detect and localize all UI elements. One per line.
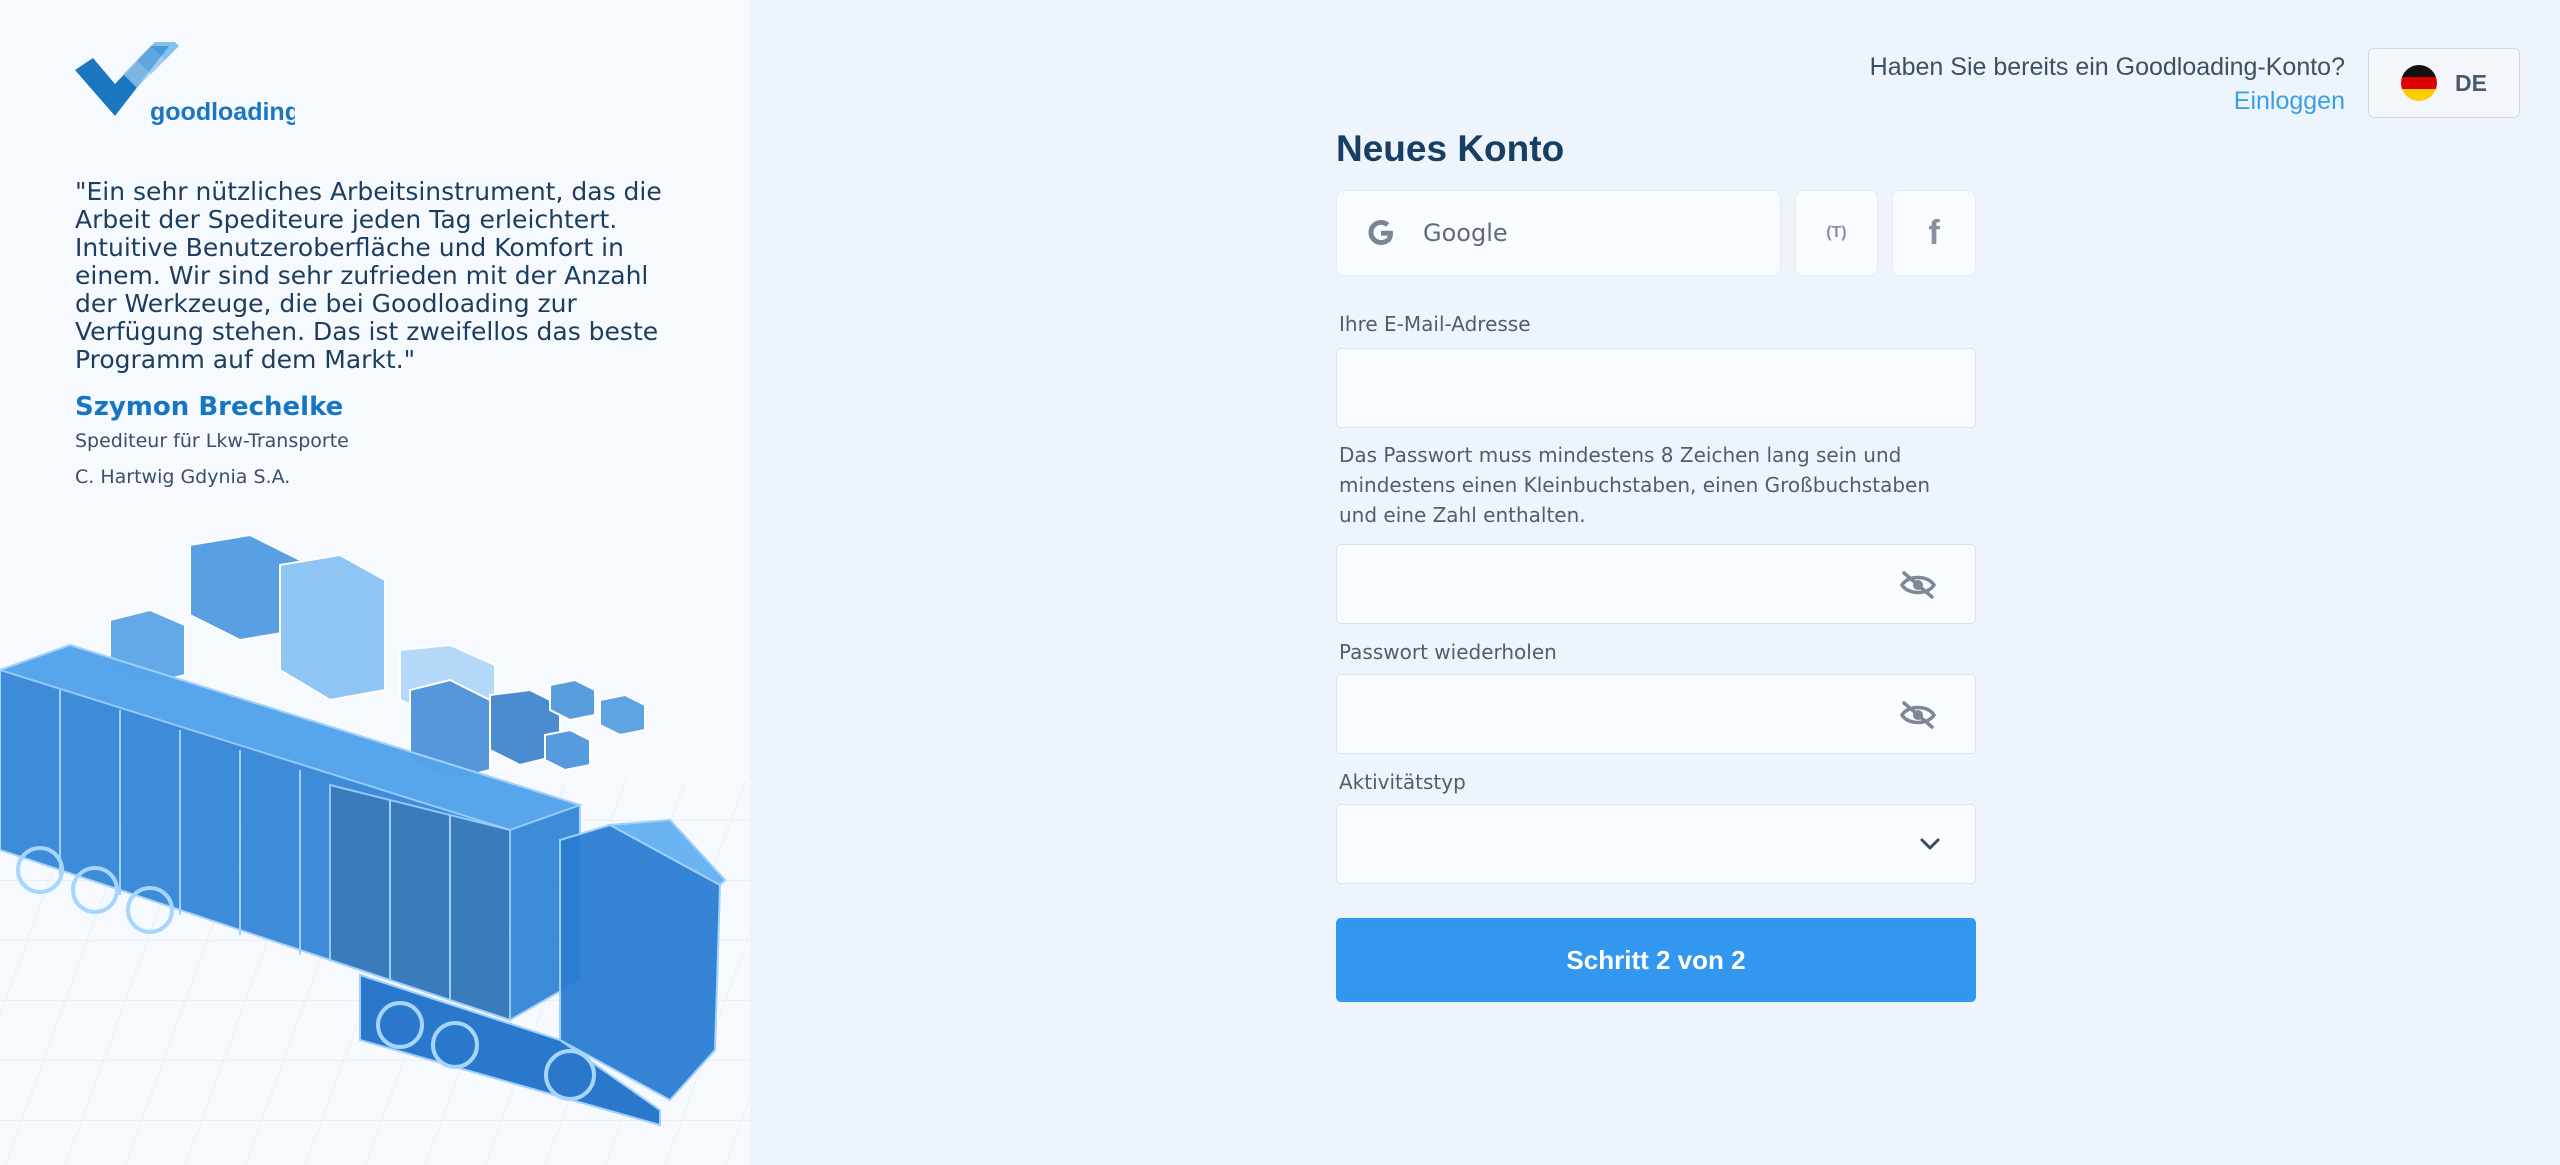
language-code: DE	[2455, 69, 2487, 96]
activity-type-label: Aktivitätstyp	[1339, 770, 1466, 794]
email-label: Ihre E-Mail-Adresse	[1339, 312, 1531, 336]
email-field[interactable]	[1336, 348, 1976, 428]
password-hint: Das Passwort muss mindestens 8 Zeichen l…	[1339, 443, 1930, 527]
login-prompt: Haben Sie bereits ein Goodloading-Konto?…	[1870, 52, 2345, 116]
chevron-down-icon	[1920, 838, 1940, 850]
testimonial-role: Spediteur für Lkw-Transporte	[75, 430, 349, 452]
facebook-icon: f	[1928, 213, 1940, 252]
eye-off-icon[interactable]	[1899, 570, 1937, 600]
repeat-password-input[interactable]	[1337, 675, 1975, 753]
germany-flag-icon	[2401, 65, 2438, 101]
testimonial-author: Szymon Brechelke	[75, 392, 344, 422]
password-input[interactable]	[1337, 545, 1975, 623]
password-field[interactable]	[1336, 544, 1976, 624]
login-link[interactable]: Einloggen	[1870, 86, 2345, 116]
repeat-password-field[interactable]	[1336, 674, 1976, 754]
goodloading-logo[interactable]: goodloading	[75, 42, 295, 132]
google-label: Google	[1423, 219, 1508, 247]
google-icon	[1368, 220, 1393, 245]
google-login-button[interactable]: Google	[1336, 190, 1781, 276]
language-selector[interactable]: DE	[2368, 48, 2520, 118]
social-login-row: Google (T) f	[1336, 190, 1976, 276]
facebook-login-button[interactable]: f	[1892, 190, 1976, 276]
brand-name: goodloading	[150, 98, 295, 126]
next-step-button[interactable]: Schritt 2 von 2	[1336, 918, 1976, 1002]
testimonial-quote: "Ein sehr nützliches Arbeitsinstrument, …	[75, 177, 662, 374]
have-account-text: Haben Sie bereits ein Goodloading-Konto?	[1869, 53, 2345, 81]
eye-off-icon[interactable]	[1899, 700, 1937, 730]
register-form: Neues Konto Google (T) f Ihre E-Mail-Adr…	[1336, 126, 1976, 1002]
truck-illustration	[0, 533, 750, 1165]
testimonial-panel: goodloading "Ein sehr nützliches Arbeits…	[0, 0, 750, 1165]
repeat-password-label: Passwort wiederholen	[1339, 640, 1557, 664]
activity-type-select[interactable]	[1336, 804, 1976, 884]
email-input[interactable]	[1337, 349, 1975, 427]
testimonial-company: C. Hartwig Gdynia S.A.	[75, 466, 291, 488]
page-title: Neues Konto	[1336, 128, 1565, 169]
trans-icon: (T)	[1826, 224, 1847, 241]
register-panel: Haben Sie bereits ein Goodloading-Konto?…	[750, 0, 2560, 1165]
trans-login-button[interactable]: (T)	[1794, 190, 1879, 276]
